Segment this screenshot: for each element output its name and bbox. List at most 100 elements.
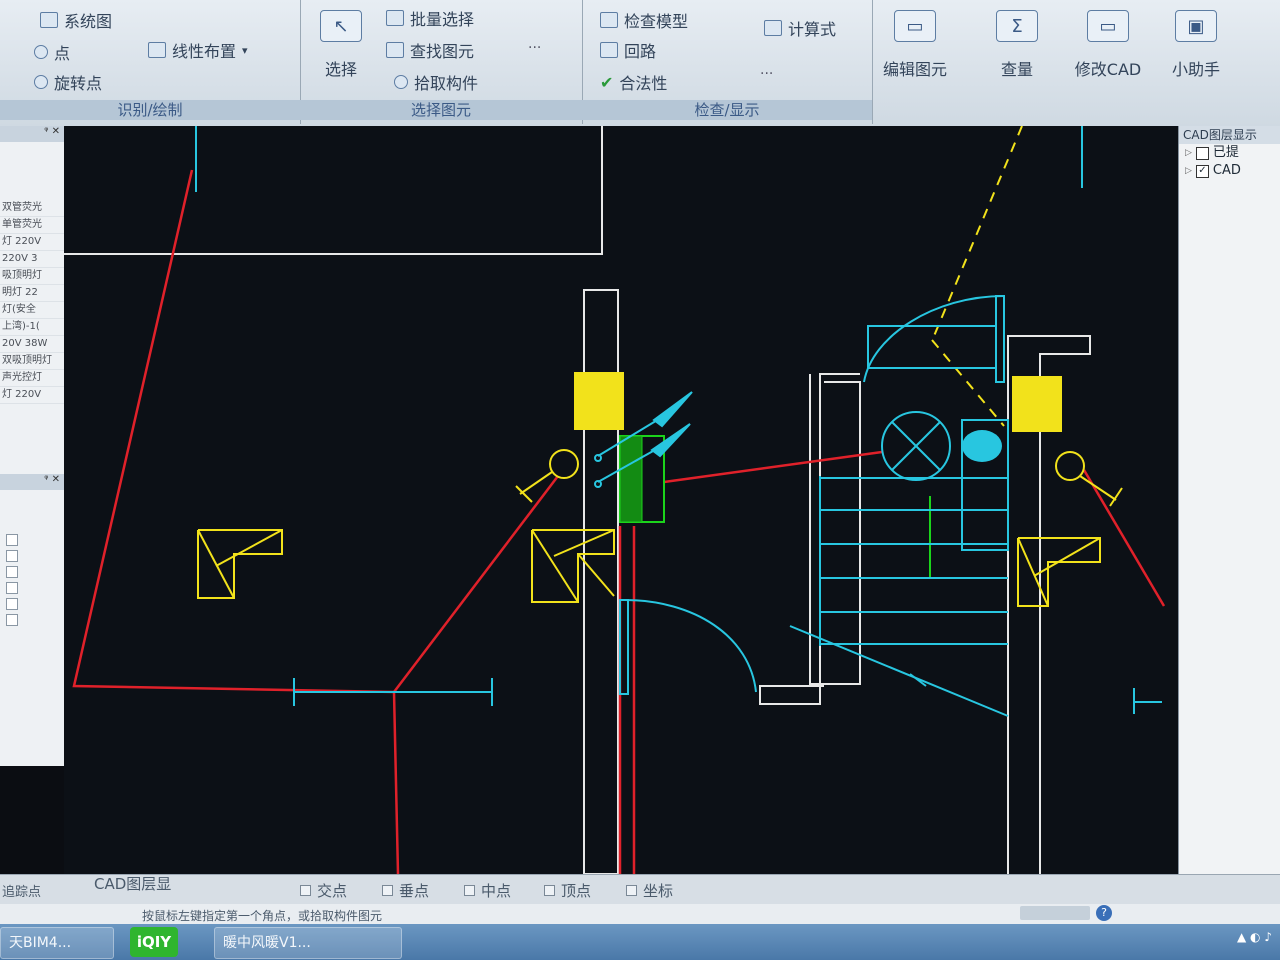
cursor-icon: ↖ bbox=[320, 10, 362, 42]
snap-checkbox[interactable] bbox=[464, 885, 475, 896]
lamp-symbol[interactable] bbox=[881, 411, 951, 481]
edit-element-button[interactable]: ▭ 编辑图元 bbox=[876, 6, 954, 118]
pick-component-button[interactable]: 拾取构件 bbox=[394, 70, 478, 94]
snap-checkbox[interactable] bbox=[300, 885, 311, 896]
batch-select-button[interactable]: 批量选择 bbox=[386, 6, 474, 30]
floor-plan-drawing[interactable] bbox=[64, 126, 1178, 874]
group-caption-check: 检查/显示 bbox=[582, 100, 872, 120]
group-check-display: 检查模型 回路 ✔ 合法性 计算式 ··· 检查/显示 bbox=[582, 0, 873, 124]
iqiyi-icon[interactable]: iQIY bbox=[130, 927, 178, 957]
assistant-button[interactable]: ▣ 小助手 bbox=[1160, 6, 1232, 118]
light-symbol[interactable] bbox=[197, 529, 283, 599]
group-caption-select: 选择图元 bbox=[300, 100, 582, 120]
taskbar-app-bim[interactable]: 天BIM4... bbox=[0, 927, 114, 959]
list-item[interactable]: 灯 220V bbox=[0, 387, 64, 404]
light-symbol[interactable] bbox=[1017, 537, 1101, 607]
circuit-button[interactable]: 回路 bbox=[600, 38, 656, 62]
layer-row[interactable]: ▷ 已提 bbox=[1179, 144, 1280, 162]
check-more-button[interactable]: ··· bbox=[760, 66, 773, 82]
snap-checkbox[interactable] bbox=[626, 885, 637, 896]
query-quantity-button[interactable]: Σ 查量 bbox=[978, 6, 1056, 118]
system-diagram-button[interactable]: 系统图 bbox=[40, 8, 112, 32]
batch-select-icon bbox=[386, 10, 404, 26]
layer-panel-title: CAD图层显示 bbox=[1179, 126, 1280, 144]
walls bbox=[64, 126, 1091, 874]
snap-perpendicular[interactable]: 垂点 bbox=[382, 880, 429, 901]
edit-element-icon: ▭ bbox=[894, 10, 936, 42]
checkbox[interactable] bbox=[6, 534, 18, 546]
sigma-icon: Σ bbox=[996, 10, 1038, 42]
group-caption-identify: 识别/绘制 bbox=[0, 100, 300, 120]
component-list-panel: ᵠ ✕ 双管荧光 单管荧光 灯 220V 220V 3 吸顶明灯 明灯 22 灯… bbox=[0, 126, 65, 876]
find-element-button[interactable]: 查找图元 bbox=[386, 38, 474, 62]
track-point-label[interactable]: 追踪点 bbox=[2, 881, 41, 900]
distribution-box[interactable] bbox=[1012, 376, 1062, 432]
list-item[interactable]: 吸顶明灯 bbox=[0, 268, 64, 285]
rotate-point-icon bbox=[34, 75, 48, 89]
layer-checkbox[interactable] bbox=[1195, 146, 1209, 160]
list-item[interactable]: 双吸顶明灯 bbox=[0, 353, 64, 370]
snap-coordinate[interactable]: 坐标 bbox=[626, 880, 673, 901]
help-icon[interactable]: ? bbox=[1096, 905, 1112, 921]
linear-layout-icon bbox=[148, 42, 166, 58]
status-message: 按鼠标左键指定第一个角点，或拾取构件图元 bbox=[142, 909, 383, 923]
assistant-icon: ▣ bbox=[1175, 10, 1217, 42]
ribbon-toolbar: 系统图 点 线性布置 ▾ 旋转点 识别/绘制 ↖ 选择 批量选择 查找图元 ··… bbox=[0, 0, 1280, 127]
list-item[interactable]: 灯(安全 bbox=[0, 302, 64, 319]
list-item[interactable]: 单管荧光 bbox=[0, 217, 64, 234]
scale-slider[interactable] bbox=[1020, 906, 1090, 920]
checkbox[interactable] bbox=[6, 566, 18, 578]
panel-pin-close[interactable]: ᵠ ✕ bbox=[0, 126, 64, 142]
validity-button[interactable]: ✔ 合法性 bbox=[600, 70, 667, 94]
layer-row[interactable]: ▷ ✓ CAD bbox=[1179, 162, 1280, 180]
light-symbol[interactable] bbox=[531, 529, 615, 603]
check-model-icon bbox=[600, 12, 618, 28]
dashed-line bbox=[931, 339, 1005, 427]
mini-preview bbox=[0, 766, 64, 876]
point-button[interactable]: 点 bbox=[34, 40, 70, 64]
snap-checkbox[interactable] bbox=[544, 885, 555, 896]
list-item[interactable]: 20V 38W bbox=[0, 336, 64, 353]
select-more-button[interactable]: ··· bbox=[528, 40, 541, 56]
cad-layer-tab[interactable]: CAD图层显 bbox=[94, 873, 171, 894]
expand-icon[interactable]: ▷ bbox=[1185, 162, 1192, 180]
snap-midpoint[interactable]: 中点 bbox=[464, 880, 511, 901]
checkbox[interactable] bbox=[6, 614, 18, 626]
group-identify-draw: 系统图 点 线性布置 ▾ 旋转点 识别/绘制 bbox=[0, 0, 301, 124]
modify-cad-button[interactable]: ▭ 修改CAD bbox=[1062, 6, 1154, 118]
system-tray[interactable]: ▲ ◐ ♪ bbox=[1237, 930, 1272, 944]
taskbar-app-hvac[interactable]: 暖中风暖V1... bbox=[214, 927, 402, 959]
property-panel-header[interactable]: ᵠ ✕ bbox=[0, 474, 64, 490]
formula-button[interactable]: 计算式 bbox=[764, 16, 836, 40]
check-model-button[interactable]: 检查模型 bbox=[600, 8, 688, 32]
exhaust-fan[interactable] bbox=[962, 430, 1002, 462]
pick-icon bbox=[394, 75, 408, 89]
list-item[interactable]: 双管荧光 bbox=[0, 200, 64, 217]
list-item[interactable]: 声光控灯 bbox=[0, 370, 64, 387]
point-icon bbox=[34, 45, 48, 59]
dropdown-arrow-icon: ▾ bbox=[242, 43, 248, 57]
checkbox[interactable] bbox=[6, 598, 18, 610]
find-element-icon bbox=[386, 42, 404, 58]
system-diagram-icon bbox=[40, 12, 58, 28]
list-item[interactable]: 220V 3 bbox=[0, 251, 64, 268]
snap-intersection[interactable]: 交点 bbox=[300, 880, 347, 901]
checkbox[interactable] bbox=[6, 582, 18, 594]
distribution-box[interactable] bbox=[574, 372, 624, 430]
list-item[interactable]: 灯 220V bbox=[0, 234, 64, 251]
group-select: ↖ 选择 批量选择 查找图元 ··· 拾取构件 选择图元 bbox=[300, 0, 583, 124]
rotate-point-button[interactable]: 旋转点 bbox=[34, 70, 102, 94]
snap-checkbox[interactable] bbox=[382, 885, 393, 896]
snap-toolbar: 追踪点 CAD图层显 交点 垂点 中点 顶点 坐标 bbox=[0, 874, 1280, 905]
expand-icon[interactable]: ▷ bbox=[1185, 144, 1192, 162]
checkbox[interactable] bbox=[6, 550, 18, 562]
snap-vertex[interactable]: 顶点 bbox=[544, 880, 591, 901]
linear-layout-button[interactable]: 线性布置 ▾ bbox=[148, 38, 248, 62]
layer-checkbox-checked[interactable]: ✓ bbox=[1195, 164, 1209, 178]
cad-drawing-canvas[interactable] bbox=[64, 126, 1178, 874]
list-item[interactable]: 上湾)-1( bbox=[0, 319, 64, 336]
modify-cad-icon: ▭ bbox=[1087, 10, 1129, 42]
list-item[interactable]: 明灯 22 bbox=[0, 285, 64, 302]
formula-icon bbox=[764, 20, 782, 36]
status-bar: 按鼠标左键指定第一个角点，或拾取构件图元 ? bbox=[0, 904, 1280, 924]
